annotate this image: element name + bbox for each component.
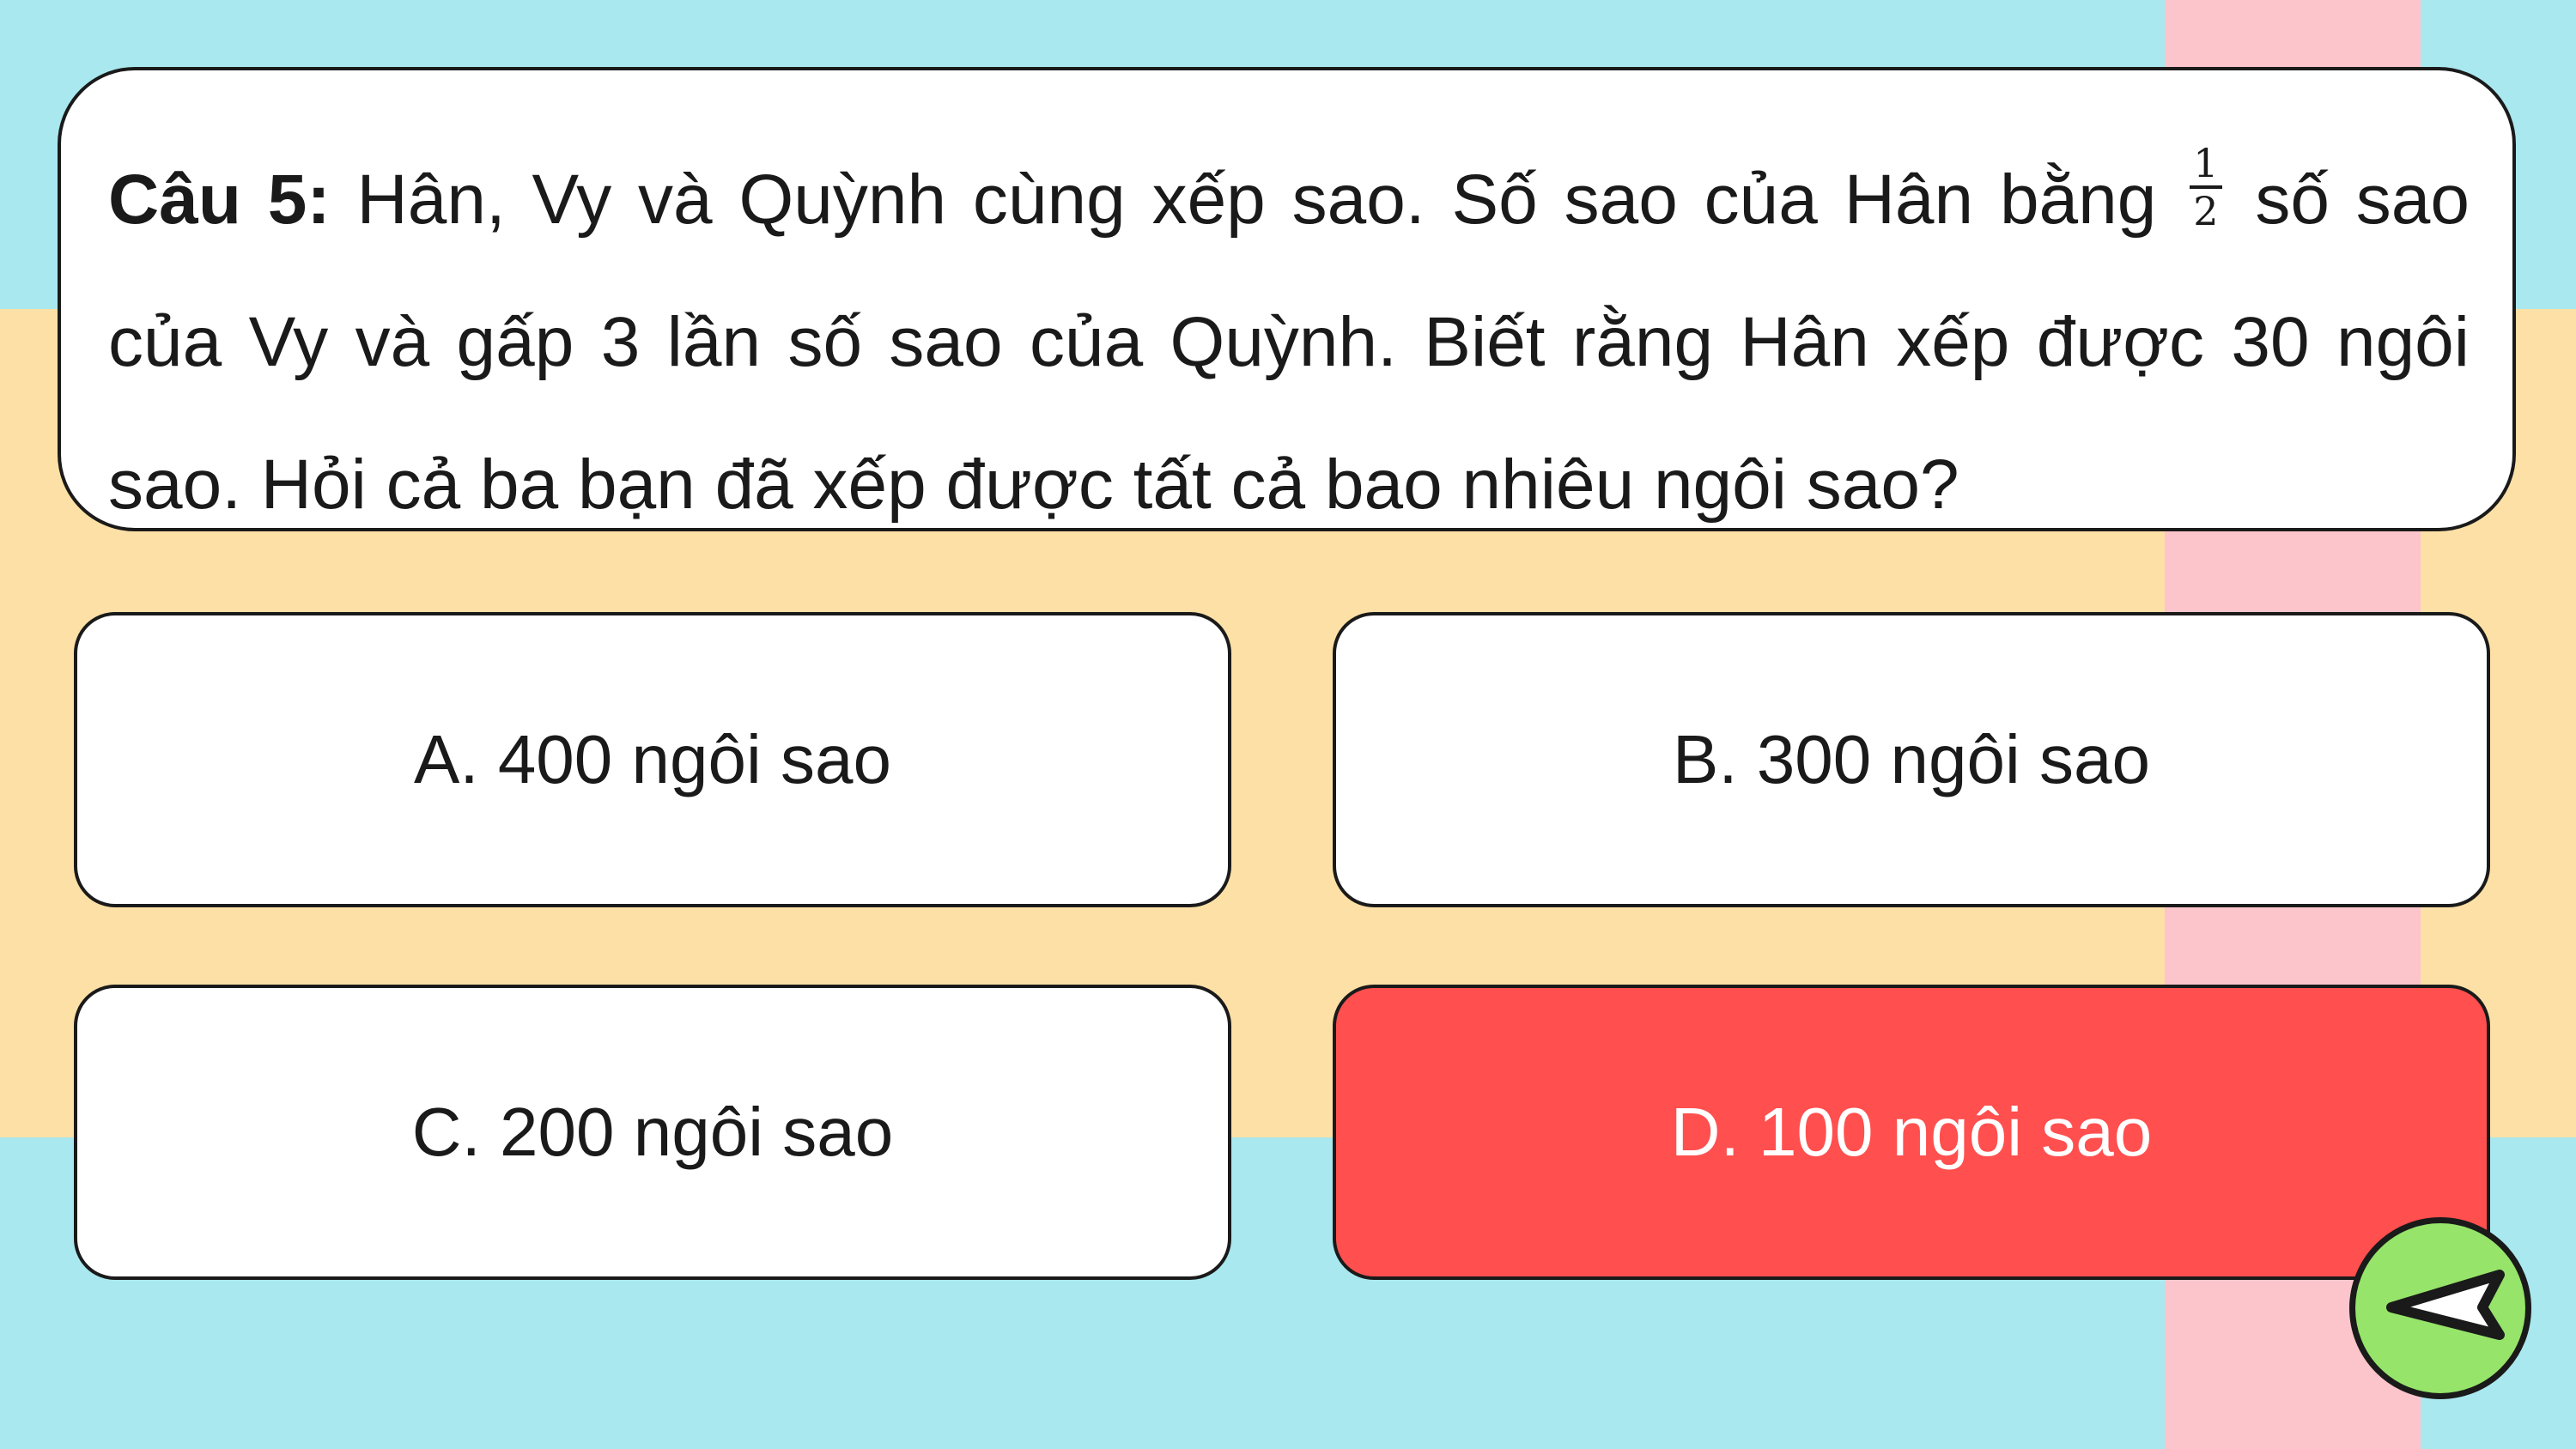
answer-option-b-label: B. 300 ngôi sao <box>1673 721 2150 797</box>
answer-option-d[interactable]: D. 100 ngôi sao <box>1333 985 2490 1280</box>
answer-option-b[interactable]: B. 300 ngôi sao <box>1333 612 2490 907</box>
answer-option-a[interactable]: A. 400 ngôi sao <box>74 612 1231 907</box>
answer-option-d-label: D. 100 ngôi sao <box>1670 1094 2153 1170</box>
back-button[interactable] <box>2349 1217 2531 1399</box>
fraction-numerator: 1 <box>2190 141 2222 190</box>
fraction-denominator: 2 <box>2193 188 2219 235</box>
fraction: 12 <box>2190 141 2222 235</box>
question-label: Câu 5: <box>108 161 331 239</box>
question-text-part-1: Hân, Vy và Quỳnh cùng xếp sao. Số sao củ… <box>330 161 2184 239</box>
answer-option-c[interactable]: C. 200 ngôi sao <box>74 985 1231 1280</box>
answer-option-a-label: A. 400 ngôi sao <box>414 721 891 797</box>
back-arrow-icon <box>2386 1270 2505 1340</box>
question-text: Câu 5: Hân, Vy và Quỳnh cùng xếp sao. Số… <box>108 129 2470 556</box>
answer-option-c-label: C. 200 ngôi sao <box>411 1094 894 1170</box>
